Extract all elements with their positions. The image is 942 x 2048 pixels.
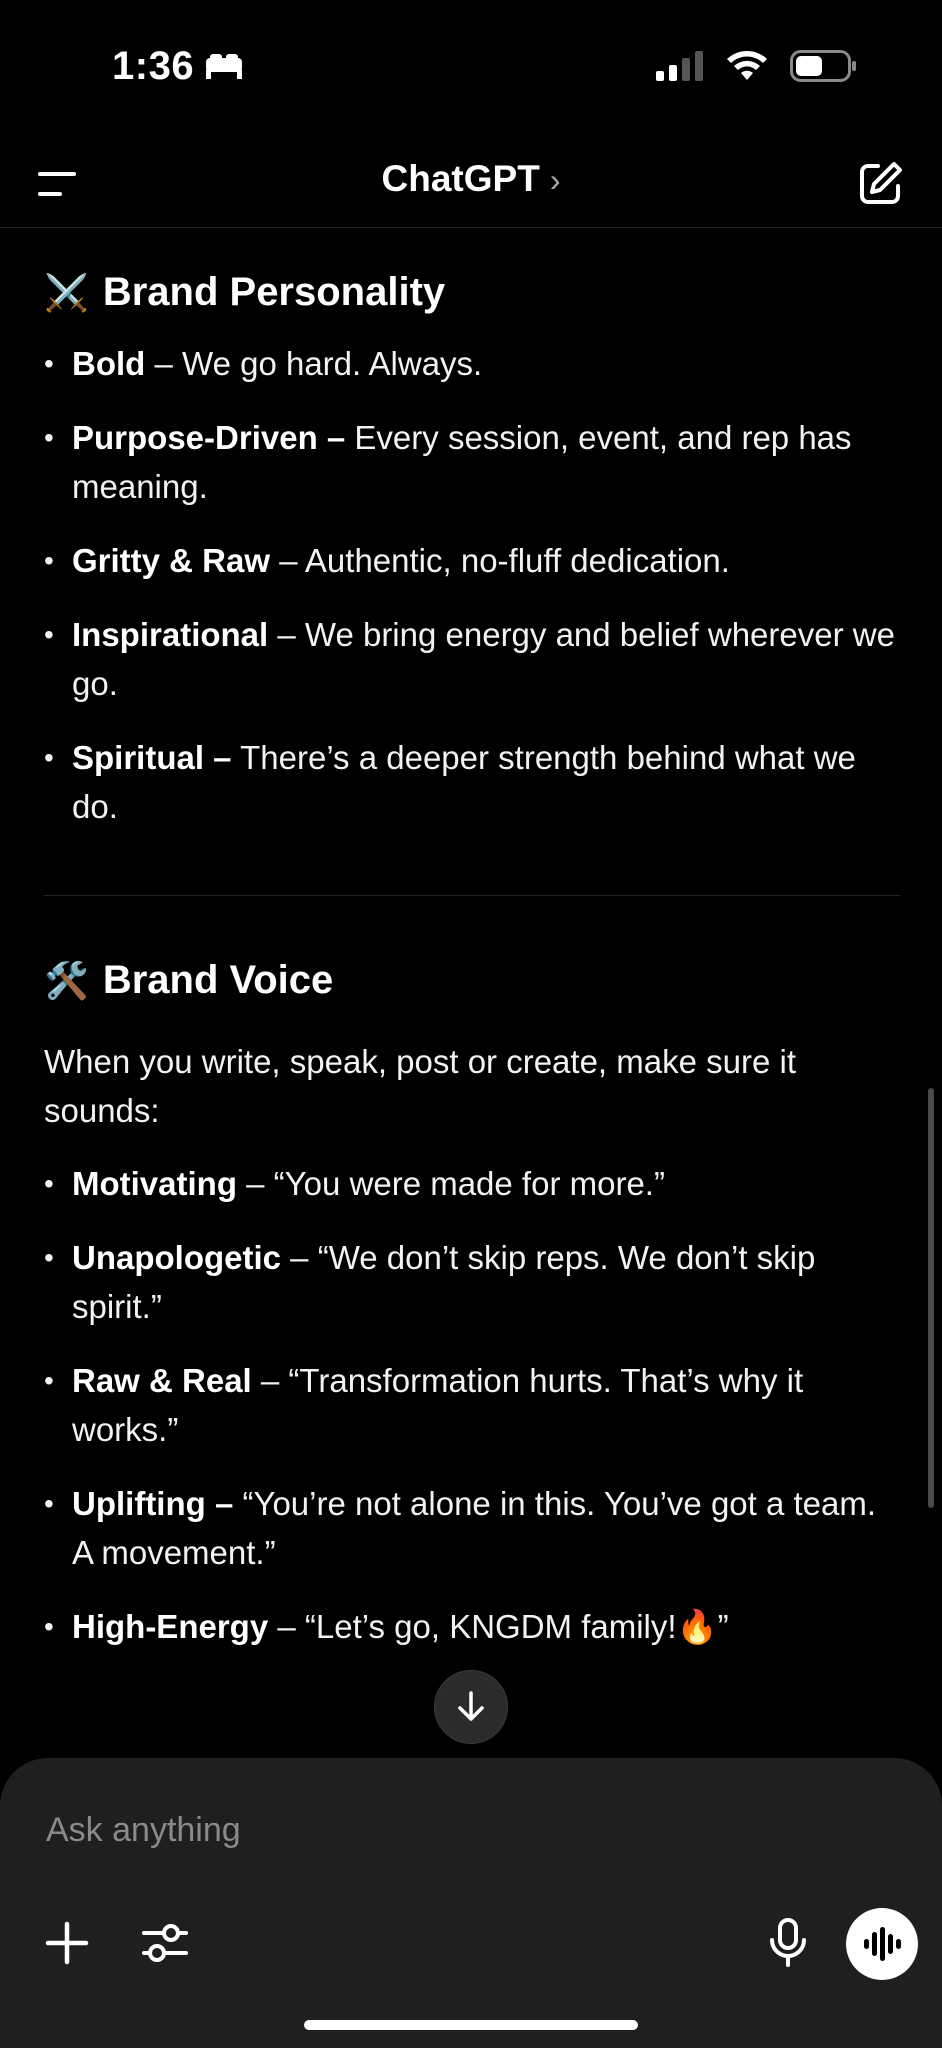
model-selector[interactable]: ChatGPT ›: [0, 158, 942, 200]
message-input[interactable]: [44, 1810, 744, 1851]
list-item: Purpose-Driven – Every session, event, a…: [44, 413, 900, 511]
list-item: Inspirational – We bring energy and beli…: [44, 610, 900, 708]
composer: [0, 1758, 942, 2048]
scrollbar[interactable]: [928, 1088, 934, 1508]
clock-time: 1:36: [112, 44, 195, 88]
chat-screen: 1:36 ChatGPT › ⚔️ Brand Personality • Bo…: [0, 0, 942, 2048]
tools-button[interactable]: [142, 1920, 188, 1966]
hammer-wrench-icon: 🛠️: [44, 959, 89, 1001]
compose-icon: [860, 162, 902, 204]
page-title: ChatGPT: [381, 158, 540, 199]
top-nav-bar: ChatGPT ›: [0, 140, 942, 228]
sliders-icon: [142, 1924, 188, 1962]
status-bar: 1:36: [0, 0, 942, 140]
cellular-signal-icon: [656, 51, 704, 86]
scroll-to-bottom-button[interactable]: [434, 1670, 508, 1744]
voice-list: Motivating – “You were made for more.” U…: [44, 1159, 900, 1651]
divider: [44, 895, 900, 896]
plus-icon: [45, 1921, 89, 1965]
section-heading-voice: 🛠️ Brand Voice: [44, 958, 900, 1003]
new-chat-button[interactable]: [854, 158, 906, 210]
list-item: High-Energy – “Let’s go, KNGDM family!🔥”: [44, 1602, 900, 1651]
list-item: Uplifting – “You’re not alone in this. Y…: [44, 1479, 900, 1577]
wifi-icon: [726, 50, 768, 87]
list-item: Unapologetic – “We don’t skip reps. We d…: [44, 1233, 900, 1331]
list-item: Raw & Real – “Transformation hurts. That…: [44, 1356, 900, 1454]
section-title: Brand Voice: [102, 958, 334, 1002]
dictation-button[interactable]: [766, 1918, 810, 1968]
voice-mode-icon: [864, 1927, 901, 1961]
list-item: Motivating – “You were made for more.”: [44, 1159, 900, 1208]
list-item: Spiritual – There’s a deeper strength be…: [44, 733, 900, 831]
list-item: Gritty & Raw – Authentic, no-fluff dedic…: [44, 536, 900, 585]
section-heading-personality: ⚔️ Brand Personality: [44, 270, 900, 315]
battery-icon: [790, 50, 856, 87]
bed-icon: [204, 52, 244, 82]
crossed-swords-icon: ⚔️: [44, 271, 89, 313]
personality-list: Bold – We go hard. Always. Purpose-Drive…: [44, 339, 900, 831]
list-item: Bold – We go hard. Always.: [44, 339, 900, 388]
voice-mode-button[interactable]: [846, 1908, 918, 1980]
message-content: ⚔️ Brand Personality Bold – We go hard. …: [44, 228, 900, 1651]
attach-button[interactable]: [44, 1920, 90, 1966]
voice-intro: When you write, speak, post or create, m…: [44, 1043, 796, 1129]
home-indicator[interactable]: [304, 2020, 638, 2030]
chevron-right-icon: ›: [549, 161, 561, 198]
microphone-icon: [770, 1918, 806, 1967]
section-title: Brand Personality: [102, 270, 446, 314]
arrow-down-icon: [458, 1691, 484, 1721]
